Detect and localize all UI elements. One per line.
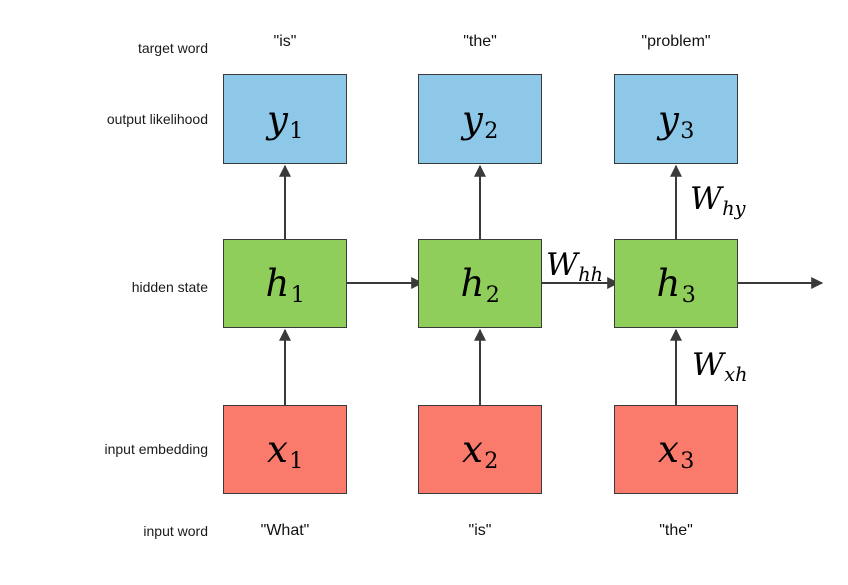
output-box-y3-label: y3 bbox=[657, 97, 695, 144]
input-word-t3: "the" bbox=[659, 522, 693, 539]
row-label-hidden-state: hidden state bbox=[131, 279, 208, 295]
input-box-x3-label: x3 bbox=[658, 428, 695, 475]
output-box-y1: y1 bbox=[223, 74, 347, 164]
row-label-input-embedding: input embedding bbox=[104, 441, 208, 457]
output-box-y3: y3 bbox=[614, 74, 738, 164]
input-word-t1: "What" bbox=[260, 522, 310, 539]
row-label-input-word: input word bbox=[143, 523, 208, 539]
output-box-y2-label: y2 bbox=[461, 97, 499, 144]
hidden-box-h3: h3 bbox=[614, 239, 738, 328]
input-box-x1: x1 bbox=[223, 405, 347, 494]
output-box-y2: y2 bbox=[418, 74, 542, 164]
target-word-t2: "the" bbox=[463, 33, 497, 50]
hidden-box-h1: h1 bbox=[223, 239, 347, 328]
input-box-x3: x3 bbox=[614, 405, 738, 494]
hidden-box-h1-label: h1 bbox=[265, 262, 306, 309]
output-box-y1-label: y1 bbox=[266, 97, 304, 144]
hidden-box-h2-label: h2 bbox=[460, 262, 501, 309]
weight-label-why: Why bbox=[690, 181, 746, 220]
input-box-x1-label: x1 bbox=[267, 428, 304, 475]
weight-label-wxh: Wxh bbox=[692, 347, 748, 386]
hidden-box-h2: h2 bbox=[418, 239, 542, 328]
weight-label-whh: Whh bbox=[546, 247, 603, 286]
input-word-t2: "is" bbox=[468, 522, 492, 539]
rnn-diagram: target word output likelihood hidden sta… bbox=[0, 0, 848, 585]
target-word-t3: "problem" bbox=[641, 33, 711, 50]
input-box-x2: x2 bbox=[418, 405, 542, 494]
row-label-target-word: target word bbox=[137, 40, 208, 56]
input-box-x2-label: x2 bbox=[462, 428, 499, 475]
row-label-output-likelihood: output likelihood bbox=[106, 111, 208, 127]
hidden-box-h3-label: h3 bbox=[656, 262, 697, 309]
target-word-t1: "is" bbox=[273, 33, 297, 50]
